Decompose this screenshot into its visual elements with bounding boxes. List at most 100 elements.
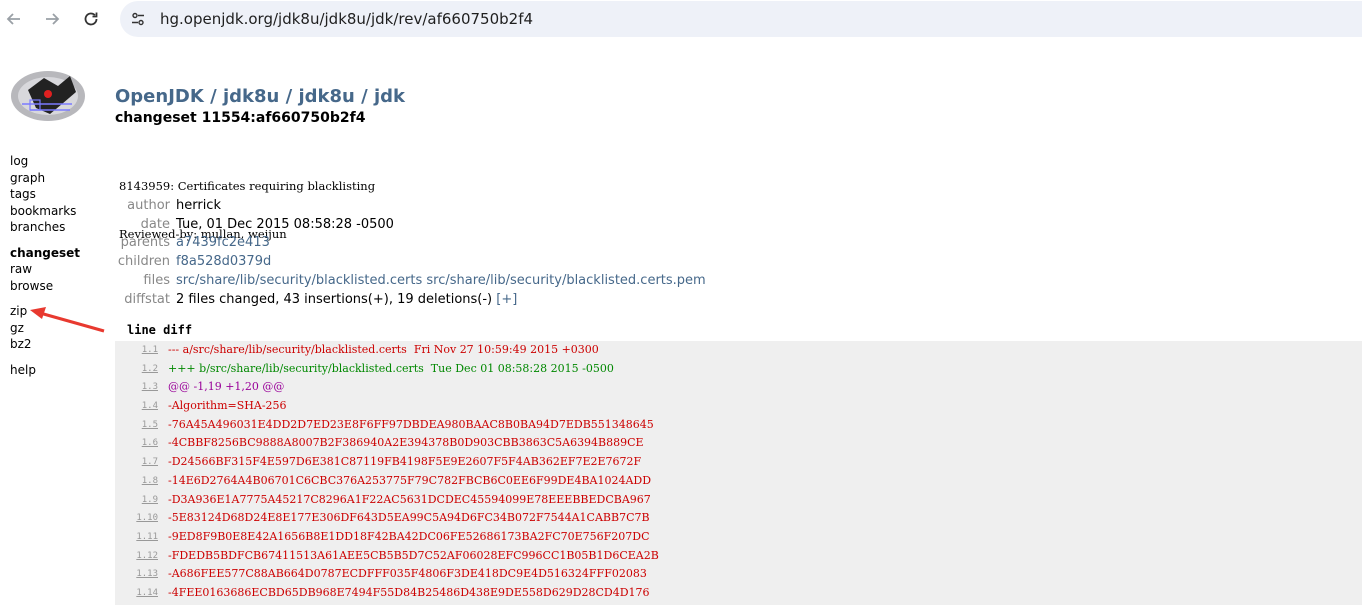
diff-line: 1.2 +++ b/src/share/lib/security/blacklis… xyxy=(115,360,1362,379)
breadcrumb-separator: / xyxy=(285,86,293,107)
diff-line-text: -D3A936E1A7775A45217C8296A1F22AC5631DCDE… xyxy=(168,492,651,506)
diff-line: 1.12 -FDEDB5BDFCB67411513A61AEE5CB5B5D7C5… xyxy=(115,547,1362,566)
meta-label: date xyxy=(140,216,170,232)
breadcrumb-link[interactable]: jdk8u xyxy=(298,86,354,107)
diff-line-number[interactable]: 1.3 xyxy=(115,378,158,397)
meta-children-row: children f8a528d0379d xyxy=(116,252,706,271)
meta-date-row: date Tue, 01 Dec 2015 08:58:28 -0500 xyxy=(116,215,706,234)
diff-line-number[interactable]: 1.13 xyxy=(115,565,158,584)
diff-line-text: -A686FEE577C88AB664D0787ECDFFF035F4806F3… xyxy=(168,567,647,581)
meta-label: diffstat xyxy=(124,291,170,307)
page-title: changeset 11554:af660750b2f4 xyxy=(115,110,366,126)
meta-parents-row: parents a7439fc2e413 xyxy=(116,234,706,253)
diff-line-number[interactable]: 1.4 xyxy=(115,397,158,416)
diff-line: 1.8 -14E6D2764A4B06701C6CBC376A253775F79C… xyxy=(115,472,1362,491)
tune-icon xyxy=(132,12,144,26)
sidebar-item-changeset: changeset xyxy=(10,245,81,260)
breadcrumb-link[interactable]: jdk8u xyxy=(223,86,279,107)
sidebar-item-log[interactable]: log xyxy=(10,153,80,170)
browser-toolbar: hg.openjdk.org/jdk8u/jdk8u/jdk/rev/af660… xyxy=(0,0,1362,38)
diff-line-number[interactable]: 1.12 xyxy=(115,547,158,566)
diff-line: 1.7 -D24566BF315F4E597D6E381C87119FB4198F… xyxy=(115,453,1362,472)
sidebar-item-graph[interactable]: graph xyxy=(10,170,80,187)
meta-author-row: author herrick xyxy=(116,196,706,215)
diff-block: 1.1 --- a/src/share/lib/security/blacklis… xyxy=(115,341,1362,605)
arrow-right-icon xyxy=(46,13,60,25)
diff-line-text: +++ b/src/share/lib/security/blacklisted… xyxy=(168,361,614,375)
sidebar-item-raw[interactable]: raw xyxy=(10,261,80,278)
diff-line-number[interactable]: 1.14 xyxy=(115,584,158,603)
sidebar-group: help xyxy=(10,362,80,379)
diff-line: 1.3 @@ -1,19 +1,20 @@ xyxy=(115,378,1362,397)
breadcrumb-link[interactable]: jdk xyxy=(374,86,405,107)
diff-line: 1.5 -76A45A496031E4DD2D7ED23E8F6FF97DBDEA… xyxy=(115,416,1362,435)
sidebar-nav: log graph tags bookmarks branches changeset ra… xyxy=(10,153,80,387)
diff-header-diff: diff xyxy=(163,323,193,337)
breadcrumb-separator: / xyxy=(210,86,217,107)
site-info-button[interactable] xyxy=(128,9,148,29)
diffstat-toggle[interactable]: [+] xyxy=(496,292,517,307)
breadcrumb: OpenJDK / jdk8u / jdk8u / jdk xyxy=(115,86,405,107)
meta-label: author xyxy=(127,197,170,213)
file-link[interactable]: src/share/lib/security/blacklisted.certs xyxy=(176,273,422,288)
sidebar-item-branches[interactable]: branches xyxy=(10,219,80,236)
back-button[interactable] xyxy=(0,5,28,33)
sidebar-item-bookmarks[interactable]: bookmarks xyxy=(10,203,80,220)
meta-label: children xyxy=(117,254,170,270)
diff-line-text: -4FEE0163686ECBD65DB968E7494F55D84B25486… xyxy=(168,585,650,599)
changeset-meta: author herrick date Tue, 01 Dec 2015 08:… xyxy=(116,196,706,309)
diff-line-text: @@ -1,19 +1,20 @@ xyxy=(168,380,285,394)
diff-line-text: --- a/src/share/lib/security/blacklisted… xyxy=(168,343,599,356)
child-link[interactable]: f8a528d0379d xyxy=(176,254,271,269)
diff-line-number[interactable]: 1.7 xyxy=(115,453,158,472)
parent-link[interactable]: a7439fc2e413 xyxy=(176,235,270,250)
diff-line: 1.14 -4FEE0163686ECBD65DB968E7494F55D84B2… xyxy=(115,584,1362,603)
diff-line-number[interactable]: 1.11 xyxy=(115,528,158,547)
file-link[interactable]: src/share/lib/security/blacklisted.certs… xyxy=(426,273,705,288)
meta-files-row: files src/share/lib/security/blacklisted… xyxy=(116,271,705,290)
meta-label: files xyxy=(143,273,170,289)
logo-image xyxy=(11,71,85,121)
diff-line-text: -D24566BF315F4E597D6E381C87119FB4198F5E9… xyxy=(168,455,642,469)
date-value: Tue, 01 Dec 2015 08:58:28 -0500 xyxy=(176,216,394,232)
diff-header: line diff xyxy=(127,323,192,337)
diff-line-text: -9ED8F9B0E8E42A1656B8E1DD18F42BA42DC06FE… xyxy=(168,529,650,543)
diff-line-number[interactable]: 1.8 xyxy=(115,472,158,491)
url-text[interactable]: hg.openjdk.org/jdk8u/jdk8u/jdk/rev/af660… xyxy=(160,8,533,30)
breadcrumb-link[interactable]: OpenJDK xyxy=(115,86,204,107)
diff-header-line: line xyxy=(127,323,156,337)
diff-line: 1.11 -9ED8F9B0E8E42A1656B8E1DD18F42BA42DC… xyxy=(115,528,1362,547)
diff-line: 1.1 --- a/src/share/lib/security/blacklis… xyxy=(115,341,1362,360)
diff-line: 1.9 -D3A936E1A7775A45217C8296A1F22AC5631D… xyxy=(115,491,1362,510)
diff-line-text: -4CBBF8256BC9888A8007B2F386940A2E394378B… xyxy=(168,436,644,450)
sidebar-item-help[interactable]: help xyxy=(10,362,80,379)
sidebar-item-tags[interactable]: tags xyxy=(10,186,80,203)
diff-line: 1.6 -4CBBF8256BC9888A8007B2F386940A2E3943… xyxy=(115,434,1362,453)
diffstat-value: 2 files changed, 43 insertions(+), 19 de… xyxy=(176,291,493,307)
author-value: herrick xyxy=(176,197,221,213)
diff-line: 1.13 -A686FEE577C88AB664D0787ECDFFF035F48… xyxy=(115,565,1362,584)
sidebar-group: log graph tags bookmarks branches xyxy=(10,153,80,236)
description-line: 8143959: Certificates requiring blacklis… xyxy=(119,179,376,193)
diff-line: 1.4 -Algorithm=SHA-256 xyxy=(115,397,1362,416)
sidebar-item-bz2[interactable]: bz2 xyxy=(10,336,80,353)
breadcrumb-separator: / xyxy=(361,86,368,107)
diff-line-text: -76A45A496031E4DD2D7ED23E8F6FF97DBDEA980… xyxy=(168,417,654,431)
diff-line-number[interactable]: 1.5 xyxy=(115,416,158,435)
diff-line-number[interactable]: 1.10 xyxy=(115,509,158,528)
diff-line-text: -Algorithm=SHA-256 xyxy=(168,399,287,413)
diff-line-number[interactable]: 1.9 xyxy=(115,491,158,510)
mercurial-logo[interactable] xyxy=(10,70,88,124)
forward-button[interactable] xyxy=(38,5,66,33)
diff-line-text: -14E6D2764A4B06701C6CBC376A253775F79C782… xyxy=(168,473,652,487)
diff-line-number[interactable]: 1.2 xyxy=(115,360,158,379)
reload-button[interactable] xyxy=(77,5,105,33)
reload-icon xyxy=(84,12,98,26)
diff-line-text: -5E83124D68D24E8E177E306DF643D5EA99C5A94… xyxy=(168,511,650,525)
diff-line-number[interactable]: 1.1 xyxy=(115,341,158,360)
sidebar-item-browse[interactable]: browse xyxy=(10,278,80,295)
sidebar-group: changeset raw browse xyxy=(10,245,80,295)
meta-label: parents xyxy=(120,235,170,251)
diff-line-number[interactable]: 1.6 xyxy=(115,434,158,453)
diff-line: 1.10 -5E83124D68D24E8E177E306DF643D5EA99C… xyxy=(115,509,1362,528)
